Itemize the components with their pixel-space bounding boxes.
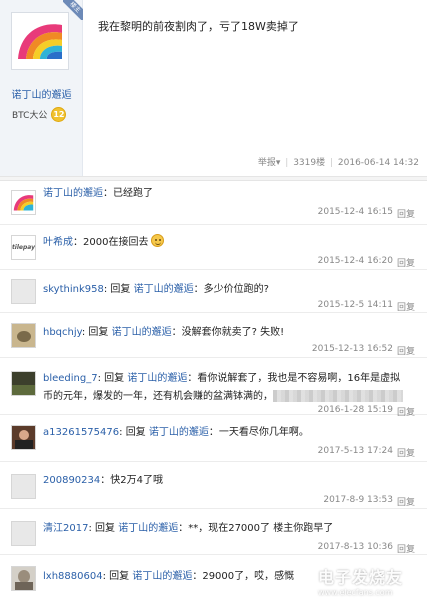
comment-item: hbqchjy: 回复 诺丁山的邂逅：没解套你就卖了? 失败! 2015-12-… — [0, 313, 427, 358]
comment-text: 清江2017: 回复 诺丁山的邂逅：**，现在27000了 楼主你跑早了 — [43, 523, 334, 534]
original-post: 楼主 诺丁山的邂逅 BTC大公 12 我在黎明的前夜割肉了，亏了18W卖掉了 举… — [0, 0, 427, 176]
comment-time: 2016-1-28 15:19 — [317, 405, 393, 415]
comment-body: ：快2万4了哦 — [100, 475, 163, 486]
reply-button[interactable]: 回复 — [397, 207, 415, 220]
commenter-name[interactable]: a13261575476 — [43, 427, 119, 438]
comment-text: 诺丁山的邂逅：已经跑了 — [43, 185, 415, 203]
comment-text: 叶希成：2000在接回去 — [43, 234, 415, 252]
comment-text: hbqchjy: 回复 诺丁山的邂逅：没解套你就卖了? 失败! — [43, 327, 285, 338]
comment-item: skythink958: 回复 诺丁山的邂逅：多少价位跑的? 2015-12-5… — [0, 270, 427, 313]
comment-body: ：一天看尽你几年啊。 — [208, 427, 309, 438]
reply-prefix: 回复 — [109, 571, 130, 582]
comment-body-line2: 币的元年，爆发的一年，还有机会赚的盆满钵满的， — [43, 391, 273, 402]
post-datetime: 2016-06-14 14:32 — [337, 158, 419, 168]
comment-body: ：2000在接回去 — [73, 237, 149, 248]
reply-target[interactable]: 诺丁山的邂逅 — [134, 284, 194, 295]
comment-item: 200890234：快2万4了哦 2017-8-9 13:53 回复 — [0, 462, 427, 509]
post-content: 我在黎明的前夜割肉了，亏了18W卖掉了 — [98, 20, 299, 33]
commenter-avatar[interactable] — [11, 474, 36, 499]
comment-item: a13261575476: 回复 诺丁山的邂逅：一天看尽你几年啊。 2017-5… — [0, 415, 427, 462]
comment-text: a13261575476: 回复 诺丁山的邂逅：一天看尽你几年啊。 — [43, 427, 309, 438]
reply-target[interactable]: 诺丁山的邂逅 — [112, 327, 172, 338]
comment-time: 2017-8-13 10:36 — [317, 542, 393, 552]
reply-button[interactable]: 回复 — [397, 495, 415, 508]
comment-time: 2015-12-4 16:15 — [317, 207, 393, 217]
comment-item: 清江2017: 回复 诺丁山的邂逅：**，现在27000了 楼主你跑早了 201… — [0, 509, 427, 555]
smiley-icon — [151, 234, 165, 247]
reply-prefix: 回复 — [104, 373, 125, 384]
reply-target[interactable]: 诺丁山的邂逅 — [149, 427, 209, 438]
commenter-avatar[interactable] — [11, 323, 36, 348]
comment-text: 200890234：快2万4了哦 — [43, 472, 415, 490]
commenter-name[interactable]: 诺丁山的邂逅 — [43, 188, 103, 199]
comment-body: ：已经跑了 — [103, 188, 153, 199]
comment-body: ：**，现在27000了 楼主你跑早了 — [178, 523, 334, 534]
reply-target[interactable]: 诺丁山的邂逅 — [127, 373, 187, 384]
commenter-avatar[interactable] — [11, 190, 36, 215]
commenter-avatar[interactable] — [11, 521, 36, 546]
reply-prefix: 回复 — [110, 284, 131, 295]
comment-time: 2017-8-9 13:53 — [323, 495, 393, 505]
commenter-name[interactable]: 叶希成 — [43, 237, 73, 248]
blurred-text — [273, 390, 403, 402]
reply-prefix: 回复 — [95, 523, 116, 534]
reply-target[interactable]: 诺丁山的邂逅 — [132, 571, 192, 582]
reply-prefix: 回复 — [88, 327, 109, 338]
group-name: BTC大公 — [12, 110, 48, 121]
comment-time: 2015-12-4 16:20 — [317, 256, 393, 266]
reply-button[interactable]: 回复 — [397, 542, 415, 555]
comment-item: bleeding_7: 回复 诺丁山的邂逅：看你说解套了，我也是不容易啊，16年… — [0, 358, 427, 418]
comment-item: lxh8880604: 回复 诺丁山的邂逅：29000了，哎，感慨 — [0, 555, 427, 611]
commenter-avatar[interactable] — [11, 425, 36, 450]
op-ribbon: 楼主 — [63, 0, 83, 20]
comment-time: 2015-12-5 14:11 — [317, 300, 393, 310]
reply-prefix: 回复 — [125, 427, 146, 438]
level-badge: 12 — [51, 106, 67, 122]
comment-text: lxh8880604: 回复 诺丁山的邂逅：29000了，哎，感慨 — [43, 571, 295, 582]
commenter-name[interactable]: bleeding_7 — [43, 373, 98, 384]
comment-body: ：没解套你就卖了? 失败! — [171, 327, 285, 338]
commenter-name[interactable]: hbqchjy — [43, 327, 82, 338]
comment-text: skythink958: 回复 诺丁山的邂逅：多少价位跑的? — [43, 284, 269, 295]
reply-button[interactable]: 回复 — [397, 300, 415, 313]
reply-target[interactable]: 诺丁山的邂逅 — [118, 523, 178, 534]
rainbow-logo-icon — [13, 195, 34, 211]
meta-separator: | — [329, 158, 334, 168]
author-level: BTC大公 12 — [12, 106, 67, 122]
commenter-name[interactable]: lxh8880604 — [43, 571, 103, 582]
floor-number: 3319楼 — [293, 158, 326, 168]
commenter-avatar[interactable] — [11, 566, 36, 591]
comment-time: 2017-5-13 17:24 — [317, 446, 393, 456]
chevron-down-icon: ▾ — [275, 158, 281, 168]
comment-item: 诺丁山的邂逅：已经跑了 2015-12-4 16:15 回复 — [0, 181, 427, 225]
author-name[interactable]: 诺丁山的邂逅 — [0, 86, 83, 101]
report-link[interactable]: 举报 — [258, 158, 276, 168]
rainbow-logo-icon — [14, 15, 66, 67]
reply-button[interactable]: 回复 — [397, 344, 415, 357]
comment-time: 2015-12-13 16:52 — [311, 344, 393, 354]
post-meta: 举报▾ | 3319楼 | 2016-06-14 14:32 — [258, 155, 419, 168]
meta-separator: | — [285, 158, 289, 168]
commenter-avatar[interactable]: tilepay — [11, 235, 36, 260]
reply-button[interactable]: 回复 — [397, 446, 415, 459]
author-panel: 楼主 诺丁山的邂逅 BTC大公 12 — [0, 0, 83, 176]
author-avatar[interactable] — [11, 12, 69, 70]
commenter-avatar[interactable] — [11, 279, 36, 304]
tilepay-logo-icon: tilepay — [11, 244, 36, 251]
commenter-name[interactable]: 清江2017 — [43, 523, 88, 534]
commenter-name[interactable]: skythink958 — [43, 284, 104, 295]
comment-item: tilepay 叶希成：2000在接回去 2015-12-4 16:20 回复 — [0, 225, 427, 270]
comment-body: ：多少价位跑的? — [193, 284, 269, 295]
reply-button[interactable]: 回复 — [397, 256, 415, 269]
commenter-name[interactable]: 200890234 — [43, 475, 100, 486]
comment-body: ：看你说解套了，我也是不容易啊，16年是虚拟 — [187, 373, 401, 384]
commenter-avatar[interactable] — [11, 371, 36, 396]
comment-text: bleeding_7: 回复 诺丁山的邂逅：看你说解套了，我也是不容易啊，16年… — [43, 370, 415, 406]
comment-body: ：29000了，哎，感慨 — [192, 571, 295, 582]
